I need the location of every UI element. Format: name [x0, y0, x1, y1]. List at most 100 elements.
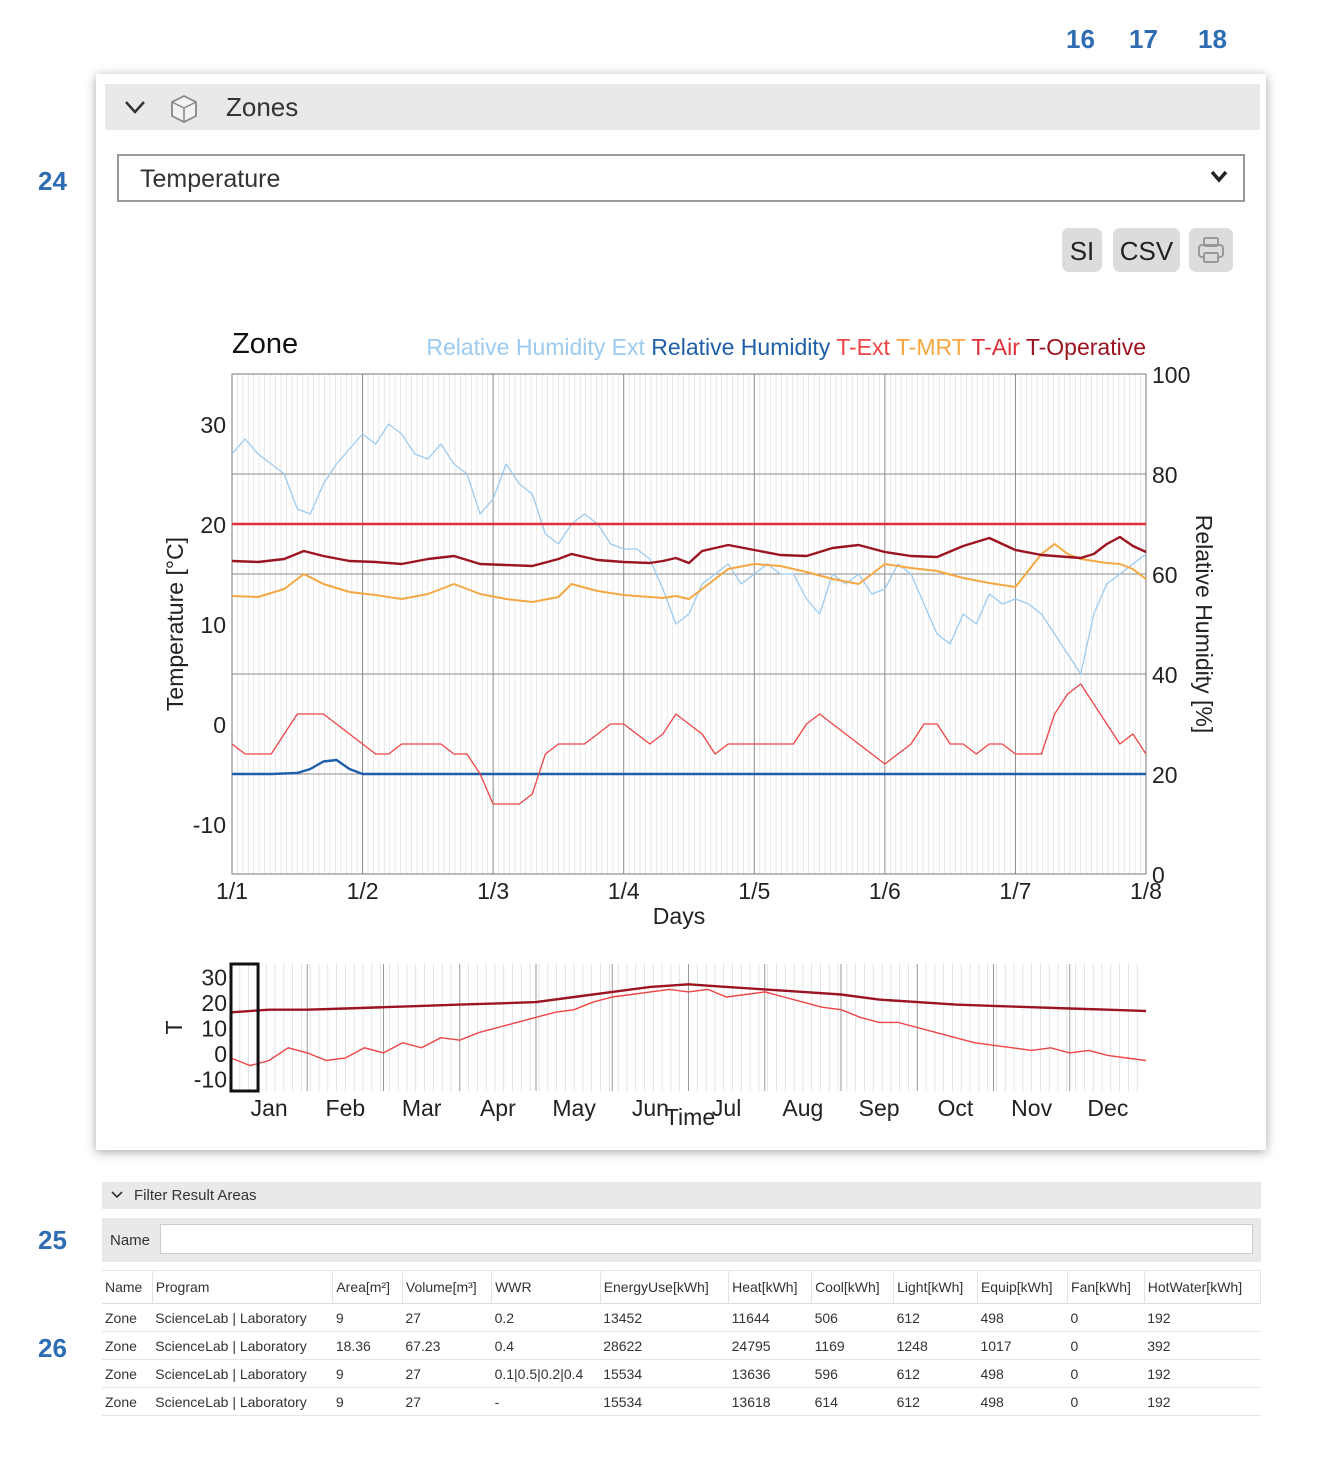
overview-x-tick-label: May — [552, 1095, 596, 1121]
table-cell: 9 — [335, 1393, 344, 1410]
overview-x-tick-label: Mar — [402, 1095, 442, 1121]
table-cell: 612 — [896, 1393, 920, 1410]
table-cell: 9 — [335, 1365, 344, 1382]
table-cell: 27 — [405, 1393, 421, 1410]
column-header[interactable]: HotWater[kWh] — [1144, 1270, 1262, 1304]
y2-tick-label: 100 — [1152, 362, 1190, 388]
name-filter-input[interactable] — [160, 1224, 1253, 1254]
table-cell: 498 — [980, 1365, 1004, 1382]
x-tick-label: 1/1 — [216, 878, 248, 904]
table-cell: 13618 — [731, 1393, 771, 1410]
legend-item[interactable]: T-Ext — [830, 334, 890, 360]
legend-item[interactable]: Relative Humidity — [645, 334, 831, 360]
filter-title: Filter Result Areas — [134, 1187, 257, 1204]
overview-x-tick-label: Dec — [1087, 1095, 1128, 1121]
column-header[interactable]: Light[kWh] — [893, 1270, 978, 1304]
y2-tick-label: 60 — [1152, 562, 1178, 588]
overview-chart[interactable]: -100102030 Jan Feb Mar Apr May Jun Jul Aug Sep Oct… — [161, 962, 1147, 1130]
table-cell: 614 — [814, 1393, 838, 1410]
column-header[interactable]: Program — [152, 1270, 334, 1304]
table-cell: 15534 — [603, 1365, 643, 1382]
table-cell: 0 — [1070, 1365, 1079, 1382]
table-cell: 13452 — [603, 1309, 643, 1326]
table-cell: 15534 — [603, 1393, 643, 1410]
table-cell: 0 — [1070, 1393, 1079, 1410]
table-cell: 27 — [405, 1309, 421, 1326]
table-row[interactable]: Zone ScienceLab | Laboratory 9 27 0.2 13452 11… — [102, 1304, 1261, 1332]
column-header[interactable]: Volume[m³] — [402, 1270, 493, 1304]
y-tick-label: 0 — [213, 712, 226, 738]
x-tick-label: 1/2 — [347, 878, 379, 904]
overview-y-tick-label: 10 — [201, 1016, 227, 1042]
table-cell: 192 — [1147, 1393, 1171, 1410]
table-cell: - — [494, 1393, 500, 1410]
table-cell: 612 — [896, 1365, 920, 1382]
overview-x-tick-label: Nov — [1011, 1095, 1052, 1121]
table-cell: 1248 — [896, 1337, 928, 1354]
table-cell: Zone — [105, 1365, 137, 1382]
table-cell: 1169 — [814, 1337, 845, 1354]
table-cell: 0 — [1070, 1309, 1079, 1326]
table-cell: 392 — [1147, 1337, 1171, 1354]
overview-x-tick-label: Sep — [859, 1095, 900, 1121]
table-cell: 0.4 — [494, 1337, 515, 1354]
overview-x-tick-label: Jan — [251, 1095, 288, 1121]
table-cell: 0.1|0.5|0.2|0.4 — [494, 1365, 584, 1382]
overview-y-tick-label: 0 — [214, 1041, 227, 1067]
overview-x-tick-label: Jul — [712, 1095, 741, 1121]
legend-item[interactable]: T-Operative — [1020, 334, 1146, 360]
column-header[interactable]: Fan[kWh] — [1067, 1270, 1145, 1304]
table-cell: ScienceLab | Laboratory — [155, 1365, 307, 1382]
y2-tick-label: 20 — [1152, 762, 1178, 788]
column-header[interactable]: EnergyUse[kWh] — [600, 1270, 730, 1304]
table-row[interactable]: Zone ScienceLab | Laboratory 18.36 67.23 0.4… — [102, 1332, 1261, 1360]
column-header[interactable]: Name — [102, 1270, 153, 1304]
legend-item[interactable]: T-Air — [965, 334, 1020, 360]
y-tick-label: -10 — [193, 812, 226, 838]
overview-y-tick-label: 30 — [201, 965, 227, 991]
legend-item[interactable]: T-MRT — [890, 334, 966, 360]
table-cell: 192 — [1147, 1309, 1171, 1326]
name-filter-row: Name — [102, 1218, 1261, 1262]
table-cell: Zone — [105, 1393, 137, 1410]
table-cell: ScienceLab | Laboratory — [155, 1337, 307, 1354]
results-table: Name Program Area[m²] Volume[m³] WWR EnergyUs… — [102, 1270, 1262, 1416]
chart-title: Zone — [232, 328, 298, 360]
table-header-row: Name Program Area[m²] Volume[m³] WWR EnergyUs… — [102, 1270, 1262, 1304]
table-row[interactable]: Zone ScienceLab | Laboratory 9 27 - 15534 1361… — [102, 1388, 1261, 1416]
table-cell: 1017 — [980, 1337, 1012, 1354]
x-tick-label: 1/7 — [999, 878, 1031, 904]
legend: Relative Humidity Ext Relative Humidity … — [426, 334, 1146, 360]
chevron-down-icon[interactable] — [110, 1190, 124, 1200]
overview-x-tick-label: Aug — [782, 1095, 823, 1121]
legend-item[interactable]: Relative Humidity Ext — [426, 334, 645, 360]
column-header[interactable]: Heat[kWh] — [728, 1270, 813, 1304]
overview-y-axis-label: T — [161, 1020, 187, 1034]
table-cell: 9 — [335, 1309, 344, 1326]
filter-header[interactable]: Filter Result Areas — [102, 1182, 1261, 1209]
y2-tick-label: 40 — [1152, 662, 1178, 688]
column-header[interactable]: Equip[kWh] — [977, 1270, 1069, 1304]
table-cell: 612 — [896, 1309, 920, 1326]
column-header[interactable]: Cool[kWh] — [811, 1270, 895, 1304]
table-cell: 192 — [1147, 1365, 1171, 1382]
table-cell: 498 — [980, 1309, 1004, 1326]
overview-x-axis-label: Time — [665, 1104, 715, 1130]
table-cell: 18.36 — [335, 1337, 371, 1354]
x-tick-label: 1/5 — [738, 878, 770, 904]
x-tick-label: 1/4 — [608, 878, 640, 904]
column-header[interactable]: WWR — [491, 1270, 601, 1304]
temperature-chart: -1001020300204060801001/1 1/2 1/3 1/4 1/5 1/6… — [162, 328, 1217, 929]
column-header[interactable]: Area[m²] — [332, 1270, 403, 1304]
table-row[interactable]: Zone ScienceLab | Laboratory 9 27 0.1|0.5|0.… — [102, 1360, 1261, 1388]
table-cell: 24795 — [731, 1337, 771, 1354]
y2-axis-label: Relative Humidity [%] — [1191, 515, 1217, 734]
table-cell: 0 — [1070, 1337, 1079, 1354]
y-tick-label: 20 — [200, 512, 226, 538]
y-tick-label: 30 — [200, 412, 226, 438]
overview-x-tick-label: Jun — [632, 1095, 669, 1121]
x-tick-label: 1/3 — [477, 878, 509, 904]
y-axis-label: Temperature [°C] — [162, 537, 188, 711]
overview-x-tick-label: Feb — [326, 1095, 366, 1121]
table-cell: 0.2 — [494, 1309, 515, 1326]
